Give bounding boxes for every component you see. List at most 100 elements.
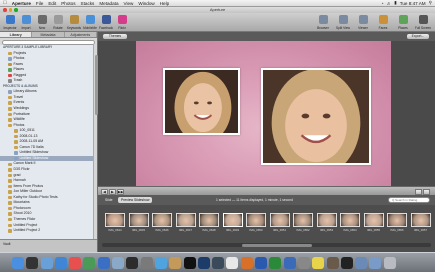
filmstrip-thumbnail[interactable]: IMG_0649 — [222, 213, 244, 233]
tab-slide[interactable]: Slide — [102, 197, 116, 203]
browser-search-input[interactable] — [388, 197, 430, 203]
menu-stacks[interactable]: Stacks — [81, 1, 95, 6]
clock[interactable]: Tue 8:47 AM — [400, 1, 426, 6]
menu-file[interactable]: File — [36, 1, 43, 6]
next-slide-button[interactable]: ▶▶ — [117, 188, 124, 195]
library-item-icon — [8, 51, 12, 56]
tab-preview-slideshow[interactable]: Preview Slideshow — [118, 197, 153, 203]
slide-canvas[interactable] — [136, 41, 391, 186]
firefox-icon[interactable] — [240, 256, 253, 269]
view-options-button[interactable] — [423, 188, 430, 195]
aperture-icon[interactable] — [126, 256, 139, 269]
wifi-icon[interactable]: ◔ — [381, 1, 384, 6]
stickies-icon[interactable] — [312, 256, 325, 269]
menu-metadata[interactable]: Metadata — [99, 1, 118, 6]
filmstrip-thumbnail[interactable]: IMG_0647 — [175, 213, 197, 233]
settings-button[interactable] — [415, 188, 422, 195]
dashboard-icon[interactable] — [26, 256, 39, 269]
dvd-player-icon[interactable] — [340, 256, 353, 269]
export-button[interactable]: Export... — [407, 34, 429, 39]
close-button[interactable] — [3, 8, 7, 12]
themes-button[interactable]: Themes — [103, 34, 127, 39]
battery-icon[interactable]: ▮ — [394, 0, 397, 6]
mobileme-button[interactable]: MobileMe — [83, 15, 97, 30]
filmstrip-thumbnail[interactable]: IMG_0652 — [292, 213, 314, 233]
filmstrip-thumbnail[interactable]: IMG_0657 — [410, 213, 432, 233]
flickr-button[interactable]: Flickr — [115, 15, 129, 30]
filmstrip-thumbnail[interactable]: IMG_0645 — [128, 213, 150, 233]
downloads-icon[interactable] — [355, 256, 368, 269]
tab-library[interactable]: Library — [0, 32, 33, 37]
library-search-input[interactable] — [2, 39, 95, 45]
facebook-button[interactable]: Facebook — [99, 15, 113, 30]
trash-icon[interactable] — [383, 256, 396, 269]
menu-edit[interactable]: Edit — [48, 1, 56, 6]
previous-slide-button[interactable]: ◀ — [101, 188, 108, 195]
filmstrip-thumbnail[interactable]: IMG_0646 — [151, 213, 173, 233]
iphoto-icon[interactable] — [83, 256, 96, 269]
ichat-icon[interactable] — [154, 256, 167, 269]
slide-photo-right[interactable] — [261, 68, 371, 177]
info-button[interactable]: Inspector — [3, 15, 17, 30]
mail-icon[interactable] — [40, 256, 53, 269]
thumbnail-image — [128, 213, 149, 227]
filmstrip-scrollbar[interactable] — [102, 243, 431, 247]
filmstrip-thumbnail[interactable]: IMG_0655 — [363, 213, 385, 233]
documents-icon[interactable] — [369, 256, 382, 269]
menu-window[interactable]: Window — [138, 1, 154, 6]
keywords-button[interactable]: Keywords — [67, 15, 81, 30]
viewer-button[interactable]: Viewer — [354, 15, 372, 30]
filmstrip-thumbnail[interactable]: IMG_0654 — [339, 213, 361, 233]
menu-help[interactable]: Help — [160, 1, 169, 6]
thumbnail-caption: IMG_0654 — [343, 228, 357, 232]
tab-metadata[interactable]: Metadata — [32, 32, 65, 37]
library-scrollbar[interactable] — [93, 45, 98, 239]
calculator-icon[interactable] — [297, 256, 310, 269]
spotlight-icon[interactable]: ⚲ — [429, 0, 432, 6]
itunes-icon[interactable] — [97, 256, 110, 269]
menu-app-name[interactable]: Aperture — [12, 1, 31, 6]
zoom-button[interactable] — [14, 8, 18, 12]
quicktime-icon[interactable] — [283, 256, 296, 269]
excel-icon[interactable] — [269, 256, 282, 269]
rotate-button[interactable]: Rotate — [51, 15, 65, 30]
word-icon[interactable] — [255, 256, 268, 269]
filmstrip-thumbnail[interactable]: IMG_0648 — [198, 213, 220, 233]
play-button[interactable]: ▶ — [109, 188, 116, 195]
safari-icon[interactable] — [54, 256, 67, 269]
menu-view[interactable]: View — [124, 1, 134, 6]
browser-button[interactable]: Browser — [314, 15, 332, 30]
system-preferences-icon[interactable] — [140, 256, 153, 269]
tab-adjustments[interactable]: Adjustments — [65, 32, 97, 37]
toolbar-button-label: Full Screen — [414, 25, 432, 30]
new-button[interactable]: New — [35, 15, 49, 30]
ical-icon[interactable] — [69, 256, 82, 269]
full-screen-button[interactable]: Full Screen — [414, 15, 432, 30]
chess-icon[interactable] — [326, 256, 339, 269]
slide-photo-left[interactable] — [163, 68, 240, 144]
filmstrip-thumbnail[interactable]: IMG_0644 — [104, 213, 126, 233]
filmstrip-thumbnail[interactable]: IMG_0650 — [245, 213, 267, 233]
finder-icon[interactable] — [12, 256, 24, 269]
photoshop-icon[interactable] — [197, 256, 210, 269]
menu-photos[interactable]: Photos — [61, 1, 75, 6]
terminal-icon[interactable] — [183, 256, 196, 269]
textedit-icon[interactable] — [226, 256, 239, 269]
places-button[interactable]: Places — [394, 15, 412, 30]
preview-icon[interactable] — [112, 256, 125, 269]
faces-button[interactable]: Faces — [374, 15, 392, 30]
lightroom-icon[interactable] — [212, 256, 225, 269]
split-view-button[interactable]: Split View — [334, 15, 352, 30]
minimize-button[interactable] — [8, 8, 12, 12]
toolbar-button-label: Flickr — [118, 25, 126, 30]
library-item[interactable]: Untitled Project 2 — [0, 228, 97, 234]
filmstrip-scroll-thumb[interactable] — [242, 243, 312, 247]
thumbnail-image — [222, 213, 243, 227]
filmstrip-thumbnail[interactable]: IMG_0656 — [386, 213, 408, 233]
address-book-icon[interactable] — [169, 256, 182, 269]
import-button[interactable]: Import — [19, 15, 33, 30]
volume-icon[interactable]: ♬ — [387, 1, 392, 6]
filmstrip-thumbnail[interactable]: IMG_0651 — [269, 213, 291, 233]
filmstrip-thumbnail[interactable]: IMG_0653 — [316, 213, 338, 233]
apple-menu-icon[interactable]:  — [3, 0, 7, 6]
